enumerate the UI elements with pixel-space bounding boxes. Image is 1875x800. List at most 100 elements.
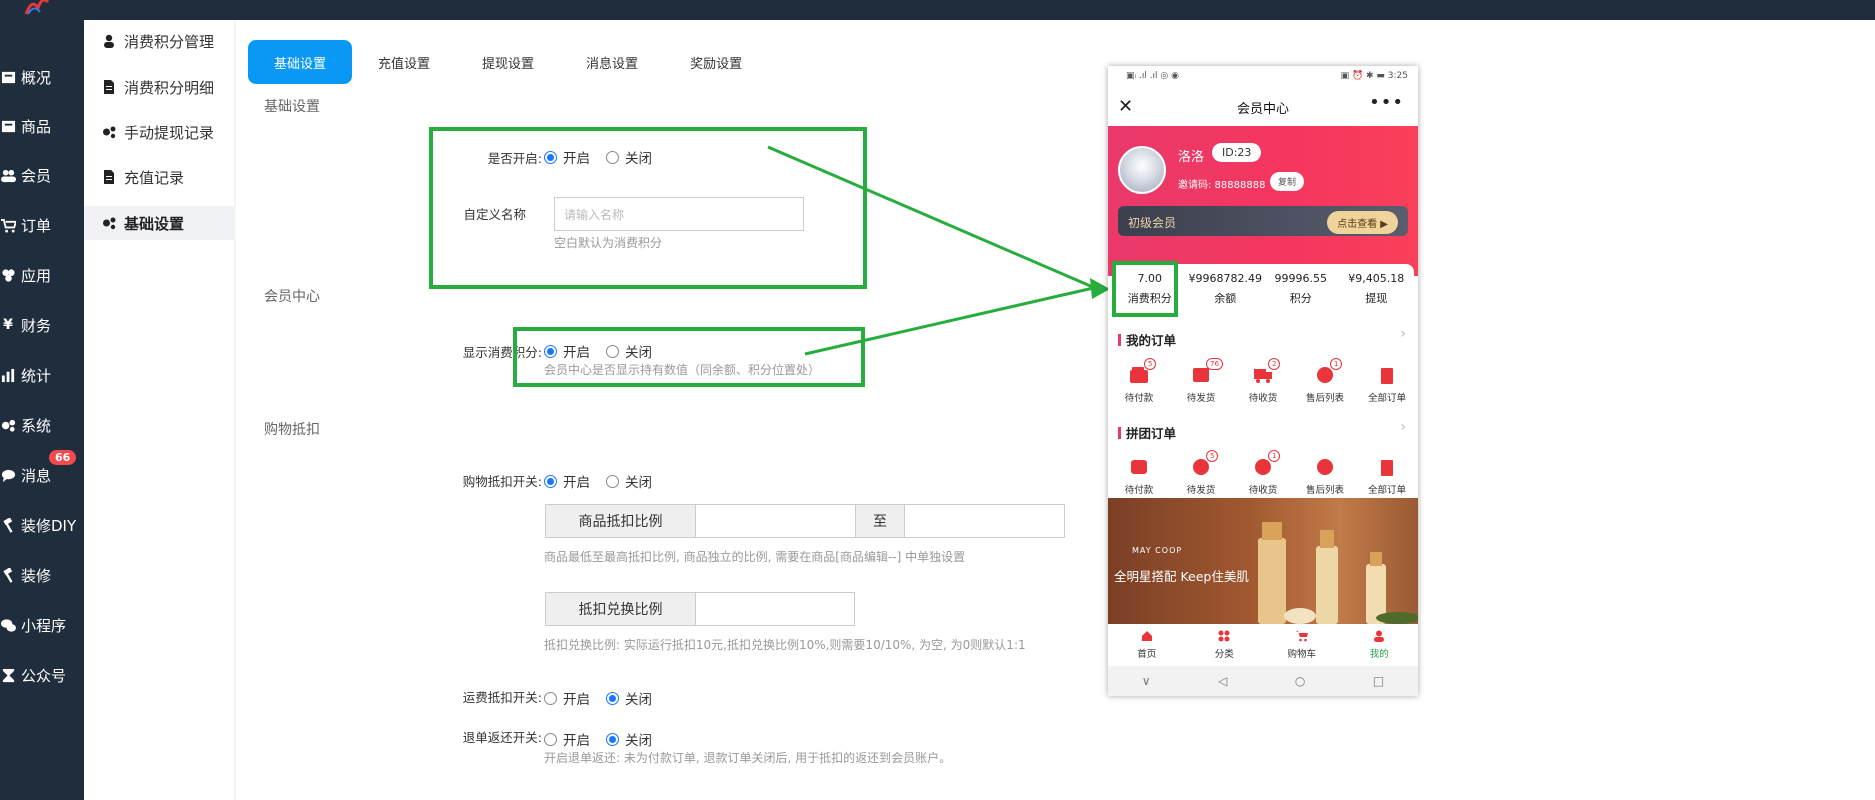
tab-message-settings[interactable]: 消息设置: [560, 40, 664, 84]
category-icon: [1218, 630, 1230, 642]
tab-category[interactable]: 分类: [1186, 624, 1264, 666]
phone-status-bar: ▣ᵢ .ıl .ıl ◎ ◉ ▣ ⏰ ✱ ▬ 3:25: [1108, 66, 1418, 88]
chevron-right-icon[interactable]: ›: [1400, 419, 1406, 435]
copy-button[interactable]: 复制: [1270, 172, 1305, 191]
group-pending-payment[interactable]: 待付款: [1108, 458, 1170, 496]
enable-label: 是否开启:: [487, 151, 542, 166]
tab-reward-settings[interactable]: 奖励设置: [664, 40, 768, 84]
tab-mine[interactable]: 我的: [1341, 624, 1419, 666]
view-level-button[interactable]: 点击查看 ▶: [1327, 211, 1398, 234]
subnav-item-basic-settings[interactable]: 基础设置: [84, 206, 234, 240]
stat-consume-points[interactable]: 7.00 消费积分: [1112, 264, 1188, 314]
gears-icon: [0, 417, 16, 433]
member-level-bar: 初级会员 点击查看 ▶: [1118, 206, 1408, 236]
order-all[interactable]: 全部订单: [1356, 366, 1418, 404]
order-pending-payment[interactable]: 5 待付款: [1108, 358, 1170, 404]
nav-item-messages[interactable]: 消息: [0, 460, 84, 490]
goods-ratio-hint: 商品最低至最高抵扣比例, 商品独立的比例, 需要在商品[商品编辑--] 中单独设…: [544, 550, 966, 564]
section-shopping-deduct-title: 购物抵扣: [264, 422, 320, 438]
level-name: 初级会员: [1128, 216, 1177, 230]
stat-balance[interactable]: ¥9968782.49 余额: [1188, 264, 1264, 314]
order-after-sales[interactable]: 1 售后列表: [1294, 358, 1356, 404]
invite-code: 邀请码: 88888888: [1178, 180, 1266, 191]
yen-icon: ¥: [3, 317, 13, 333]
nav-item-members[interactable]: 会员: [0, 160, 84, 190]
home-icon: [1141, 631, 1152, 641]
enable-on-radio[interactable]: 开启: [544, 147, 590, 167]
main-content: 基础设置 充值设置 提现设置 消息设置 奖励设置 基础设置 是否开启: 开启 关…: [236, 20, 1875, 800]
sys-home-button[interactable]: ○: [1295, 674, 1305, 688]
tab-withdraw-settings[interactable]: 提现设置: [456, 40, 560, 84]
promo-banner[interactable]: MAY COOP 全明星搭配 Keep住美肌: [1108, 498, 1418, 624]
nav-item-diy[interactable]: 装修DIY: [0, 510, 84, 540]
show-points-on-radio[interactable]: 开启: [544, 341, 590, 361]
show-points-off-radio[interactable]: 关闭: [606, 341, 652, 361]
custom-name-input[interactable]: 请输入名称: [554, 197, 804, 231]
user-icon: [1374, 630, 1385, 642]
order-pending-shipment[interactable]: 76 待发货: [1170, 358, 1232, 404]
top-bar: [0, 0, 1875, 20]
tab-basic-settings[interactable]: 基础设置: [248, 40, 353, 84]
nav-item-apps[interactable]: 应用: [0, 260, 84, 290]
message-count-badge: 66: [49, 450, 77, 465]
file-icon: [102, 170, 116, 184]
sys-back-button[interactable]: ◁: [1218, 674, 1227, 688]
exchange-ratio-input[interactable]: [695, 592, 855, 626]
nav-item-finance[interactable]: ¥ 财务: [0, 310, 84, 340]
goods-icon: [0, 118, 16, 134]
overview-icon: [0, 69, 16, 85]
tab-home[interactable]: 首页: [1108, 624, 1186, 666]
custom-name-hint: 空白默认为消费积分: [554, 236, 663, 250]
sys-down-button[interactable]: ∨: [1142, 674, 1151, 688]
cart-icon: [1295, 631, 1308, 642]
android-nav-bar: ∨ ◁ ○ □: [1108, 666, 1418, 696]
deduct-switch-label: 购物抵扣开关:: [462, 474, 542, 489]
clipboard-icon: [1376, 366, 1398, 384]
group-pending-shipment[interactable]: 5 待发货: [1170, 450, 1232, 496]
order-pending-receipt[interactable]: 2 待收货: [1232, 358, 1294, 404]
tab-recharge-settings[interactable]: 充值设置: [352, 40, 456, 84]
nav-item-goods[interactable]: 商品: [0, 111, 84, 141]
member-stats: 7.00 消费积分 ¥9968782.49 余额 99996.55 积分 ¥9,405…: [1112, 264, 1414, 314]
user-id-badge: ID:23: [1212, 143, 1262, 162]
avatar[interactable]: [1118, 146, 1166, 194]
group-after-sales[interactable]: 售后列表: [1294, 458, 1356, 496]
chevron-right-icon[interactable]: ›: [1400, 326, 1406, 342]
group-pending-receipt[interactable]: 1 待收货: [1232, 450, 1294, 496]
subnav-item-recharge-records[interactable]: 充值记录: [84, 160, 234, 194]
show-points-hint: 会员中心是否显示持有数值（同余额、积分位置处）: [544, 363, 821, 377]
deduct-on-radio[interactable]: 开启: [544, 471, 590, 491]
hammer-icon: [0, 517, 16, 533]
hourglass-icon: [0, 667, 16, 683]
gears-icon: [102, 125, 116, 139]
deduct-off-radio[interactable]: 关闭: [606, 471, 652, 491]
freight-off-radio[interactable]: 关闭: [606, 688, 652, 708]
stat-withdraw[interactable]: ¥9,405.18 提现: [1339, 264, 1415, 314]
goods-ratio-max-input[interactable]: [904, 504, 1065, 538]
group-all[interactable]: 全部订单: [1356, 458, 1418, 496]
cart-icon: [0, 217, 16, 233]
nav-item-orders[interactable]: 订单: [0, 210, 84, 240]
sys-recent-button[interactable]: □: [1373, 674, 1384, 688]
more-icon[interactable]: •••: [1369, 92, 1404, 113]
nav-item-miniprogram[interactable]: 小程序: [0, 610, 84, 640]
nav-item-official-account[interactable]: 公众号: [0, 660, 84, 690]
stat-points[interactable]: 99996.55 积分: [1263, 264, 1339, 314]
nav-item-system[interactable]: 系统: [0, 410, 84, 440]
enable-off-radio[interactable]: 关闭: [606, 147, 652, 167]
refund-on-radio[interactable]: 开启: [544, 729, 590, 749]
refund-off-radio[interactable]: 关闭: [606, 729, 652, 749]
phone-preview: ▣ᵢ .ıl .ıl ◎ ◉ ▣ ⏰ ✱ ▬ 3:25 ✕ 会员中心 ••• 洛…: [1108, 66, 1418, 696]
subnav-item-withdraw-records[interactable]: 手动提现记录: [84, 115, 234, 149]
subnav-item-points-manage[interactable]: 消费积分管理: [84, 24, 234, 58]
tab-cart[interactable]: 购物车: [1263, 624, 1341, 666]
freight-on-radio[interactable]: 开启: [544, 688, 590, 708]
member-hero: 洛洛 ID:23 邀请码: 88888888 复制 初级会员 点击查看 ▶: [1108, 126, 1418, 276]
nav-item-decorate[interactable]: 装修: [0, 560, 84, 590]
banner-slogan: 全明星搭配 Keep住美肌: [1114, 569, 1249, 584]
apps-icon: [0, 267, 16, 283]
nav-item-stats[interactable]: 统计: [0, 360, 84, 390]
subnav-item-points-detail[interactable]: 消费积分明细: [84, 70, 234, 104]
nav-item-overview[interactable]: 概况: [0, 62, 84, 92]
goods-ratio-min-input[interactable]: [695, 504, 856, 538]
